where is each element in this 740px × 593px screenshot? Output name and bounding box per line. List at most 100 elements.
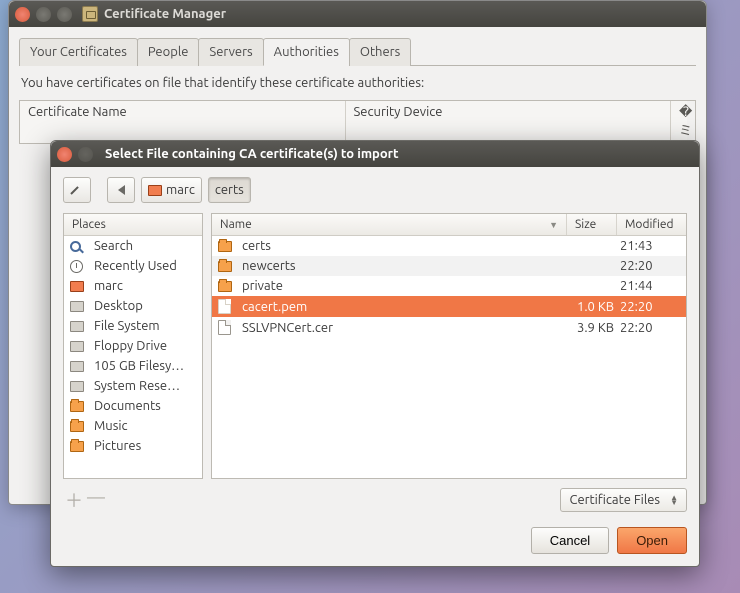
file-row[interactable]: cacert.pem 1.0 KB 22:20: [212, 296, 686, 317]
col-modified[interactable]: Modified: [616, 214, 686, 235]
file-icon: [218, 299, 231, 314]
file-row[interactable]: private 21:44: [212, 276, 686, 296]
path-bar: marc certs: [63, 177, 687, 203]
places-panel: Places Search Recently Used marc Desktop Fil…: [63, 213, 203, 479]
file-name: private: [242, 279, 558, 293]
places-item-label: marc: [94, 279, 196, 293]
places-item-label: Music: [94, 419, 196, 433]
file-modified: 21:44: [620, 279, 680, 293]
parent-titlebar[interactable]: Certificate Manager: [9, 1, 706, 27]
places-item[interactable]: Search: [64, 236, 202, 256]
window-minimize-button[interactable]: [36, 7, 51, 22]
file-modified: 21:43: [620, 239, 680, 253]
filter-label: Certificate Files: [569, 493, 660, 507]
drive-icon: [70, 361, 84, 372]
file-type-filter[interactable]: Certificate Files ▲▼: [560, 488, 687, 512]
dialog-close-button[interactable]: [57, 147, 72, 162]
places-item-label: Documents: [94, 399, 196, 413]
places-item[interactable]: Desktop: [64, 296, 202, 316]
col-size[interactable]: Size: [566, 214, 616, 235]
places-item-label: Pictures: [94, 439, 196, 453]
drive-icon: [70, 341, 84, 352]
file-modified: 22:20: [620, 300, 680, 314]
places-item-label: File System: [94, 319, 196, 333]
col-options-button[interactable]: �ミ: [671, 101, 687, 143]
places-item-label: Floppy Drive: [94, 339, 196, 353]
places-list[interactable]: Search Recently Used marc Desktop File Syste…: [64, 236, 202, 478]
places-item-label: System Rese…: [94, 379, 196, 393]
file-modified: 22:20: [620, 259, 680, 273]
places-item[interactable]: Pictures: [64, 436, 202, 456]
remove-bookmark-button[interactable]: ―: [87, 487, 105, 513]
file-row[interactable]: SSLVPNCert.cer 3.9 KB 22:20: [212, 317, 686, 338]
home-icon: [70, 281, 84, 292]
tab-authorities[interactable]: Authorities: [263, 38, 350, 66]
places-item[interactable]: Recently Used: [64, 256, 202, 276]
file-name: certs: [242, 239, 558, 253]
places-item[interactable]: System Rese…: [64, 376, 202, 396]
tab-your-certificates[interactable]: Your Certificates: [19, 38, 138, 66]
file-row[interactable]: newcerts 22:20: [212, 256, 686, 276]
places-header[interactable]: Places: [64, 214, 202, 235]
path-folder-label: certs: [215, 183, 244, 197]
col-name[interactable]: Name ▼: [212, 214, 566, 235]
pencil-icon: [70, 183, 84, 197]
tab-others[interactable]: Others: [349, 38, 411, 66]
path-back-button[interactable]: [107, 177, 135, 203]
add-bookmark-button[interactable]: ＋: [65, 487, 83, 513]
folder-icon: [70, 441, 84, 452]
path-segment-current[interactable]: certs: [208, 177, 251, 203]
dialog-titlebar[interactable]: Select File containing CA certificate(s)…: [51, 141, 699, 167]
path-user-label: marc: [166, 183, 195, 197]
cancel-button[interactable]: Cancel: [531, 527, 609, 554]
bookmark-controls: ＋ ―: [63, 487, 105, 513]
file-size: 3.9 KB: [564, 321, 614, 335]
edit-path-button[interactable]: [63, 177, 91, 203]
search-icon: [70, 241, 81, 252]
file-icon: [218, 320, 231, 335]
dialog-minimize-button[interactable]: [78, 147, 93, 162]
places-item[interactable]: File System: [64, 316, 202, 336]
places-item[interactable]: Documents: [64, 396, 202, 416]
tab-servers[interactable]: Servers: [198, 38, 263, 66]
file-name: cacert.pem: [242, 300, 558, 314]
col-name-label: Name: [220, 218, 252, 231]
files-panel: Name ▼ Size Modified certs 21:43 newcerts 2…: [211, 213, 687, 479]
places-item-label: Search: [94, 239, 196, 253]
certificate-icon: [82, 6, 98, 22]
places-item-label: Desktop: [94, 299, 196, 313]
places-item[interactable]: Floppy Drive: [64, 336, 202, 356]
authorities-info-text: You have certificates on file that ident…: [21, 76, 694, 90]
file-name: SSLVPNCert.cer: [242, 321, 558, 335]
col-security-device[interactable]: Security Device: [346, 101, 672, 143]
file-modified: 22:20: [620, 321, 680, 335]
panel-resizer[interactable]: [203, 213, 211, 479]
tabs: Your Certificates People Servers Authori…: [19, 37, 696, 66]
drive-icon: [70, 321, 84, 332]
file-chooser-dialog: Select File containing CA certificate(s)…: [50, 140, 700, 567]
file-row[interactable]: certs 21:43: [212, 236, 686, 256]
certificate-table-header: Certificate Name Security Device �ミ: [19, 100, 696, 144]
home-icon: [148, 185, 162, 196]
chevron-left-icon: [118, 185, 125, 195]
dialog-title: Select File containing CA certificate(s)…: [105, 147, 399, 161]
places-item[interactable]: 105 GB Filesy…: [64, 356, 202, 376]
folder-icon: [218, 241, 232, 252]
path-segment-home[interactable]: marc: [141, 177, 202, 203]
folder-icon: [70, 401, 84, 412]
folder-icon: [70, 421, 84, 432]
window-maximize-button[interactable]: [57, 7, 72, 22]
file-size: 1.0 KB: [564, 300, 614, 314]
places-item-label: 105 GB Filesy…: [94, 359, 196, 373]
places-item[interactable]: Music: [64, 416, 202, 436]
clock-icon: [70, 260, 83, 273]
files-list[interactable]: certs 21:43 newcerts 22:20 private 21:44 cacer…: [212, 236, 686, 478]
window-close-button[interactable]: [15, 7, 30, 22]
places-item[interactable]: marc: [64, 276, 202, 296]
tab-people[interactable]: People: [137, 38, 199, 66]
col-certificate-name[interactable]: Certificate Name: [20, 101, 346, 143]
drive-icon: [70, 381, 84, 392]
open-button[interactable]: Open: [617, 527, 687, 554]
file-name: newcerts: [242, 259, 558, 273]
drive-icon: [70, 301, 84, 312]
